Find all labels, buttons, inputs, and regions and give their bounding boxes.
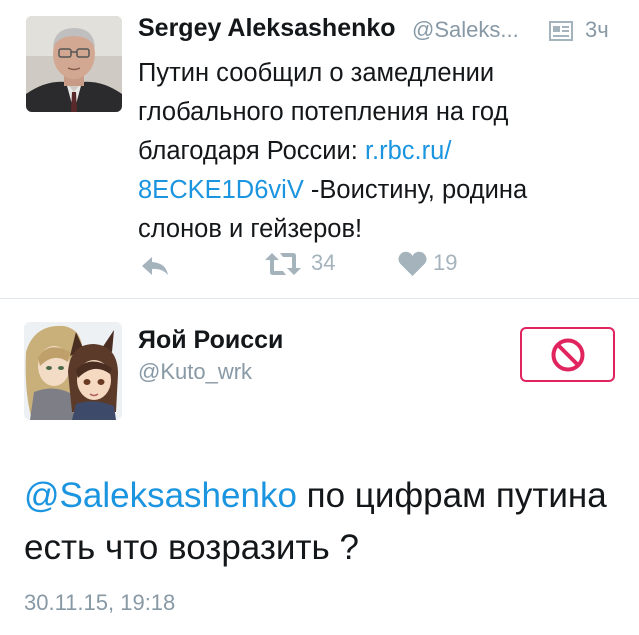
- like-count: 19: [433, 250, 458, 275]
- author-name[interactable]: Sergey Aleksashenko: [138, 14, 396, 43]
- tweet-1[interactable]: Sergey Aleksashenko @Saleks... 3ч Путин …: [0, 0, 639, 298]
- retweet-icon[interactable]: [264, 252, 302, 276]
- author-name[interactable]: Яой Роисси: [138, 326, 283, 355]
- avatar-sergey[interactable]: [26, 16, 122, 112]
- tweet-timestamp[interactable]: 30.11.15, 19:18: [24, 590, 175, 616]
- heart-icon[interactable]: [398, 251, 427, 276]
- avatar-yaoi[interactable]: [24, 322, 122, 420]
- tweet-text: @Saleksashenko по цифрам путина есть что…: [24, 470, 624, 574]
- retweet-count: 34: [311, 250, 336, 275]
- tweet-divider: [0, 298, 639, 299]
- author-handle[interactable]: @Saleks...: [412, 17, 519, 43]
- block-button[interactable]: [520, 327, 615, 382]
- tweet-text: Путин сообщил о замедлении глобального п…: [138, 54, 618, 249]
- reply-icon[interactable]: [140, 255, 170, 277]
- block-icon: [551, 338, 585, 372]
- author-handle[interactable]: @Kuto_wrk: [138, 359, 252, 385]
- mention-link[interactable]: @Saleksashenko: [24, 476, 297, 515]
- tweet-text-part: Путин сообщил о замедлении глобального п…: [138, 59, 509, 165]
- tweet-time[interactable]: 3ч: [585, 17, 609, 43]
- summary-card-icon: [549, 21, 573, 41]
